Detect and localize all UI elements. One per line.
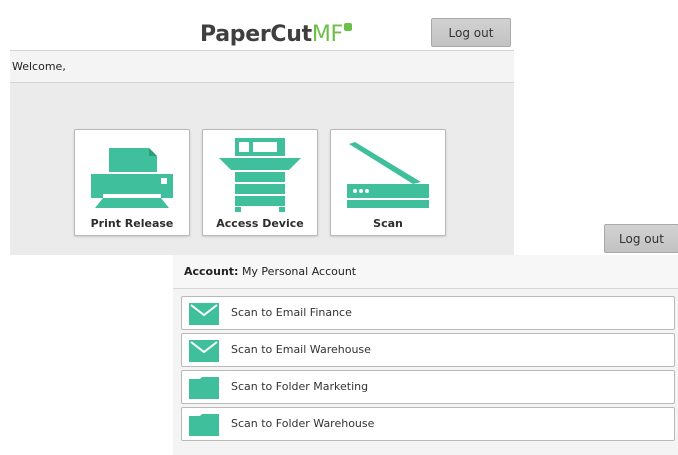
printer-icon [91, 148, 173, 208]
tile-label: Access Device [216, 217, 304, 230]
scanner-icon [347, 142, 429, 208]
header-bar: PaperCut MF Log out [10, 12, 514, 51]
logo-text: PaperCut [200, 22, 312, 47]
scan-to-folder-warehouse[interactable]: Scan to Folder Warehouse [181, 407, 675, 441]
copier-icon [219, 138, 301, 212]
home-screen: PaperCut MF Log out Welcome, Print Releas… [10, 12, 514, 255]
papercut-logo: PaperCut MF [200, 20, 352, 50]
scan-item-label: Scan to Folder Marketing [231, 380, 369, 393]
tile-label: Scan [373, 217, 403, 230]
scan-to-email-finance[interactable]: Scan to Email Finance [181, 296, 675, 330]
folder-icon [189, 377, 219, 399]
tile-access-device[interactable]: Access Device [202, 129, 318, 236]
tile-label: Print Release [90, 217, 174, 230]
account-bar: Account: My Personal Account [173, 255, 678, 289]
logout-button-scan[interactable]: Log out [604, 224, 678, 253]
scan-panel: Account: My Personal Account Scan to Ema… [173, 255, 678, 455]
logo-badge-icon [343, 23, 352, 31]
scan-to-folder-marketing[interactable]: Scan to Folder Marketing [181, 370, 675, 404]
scan-to-email-warehouse[interactable]: Scan to Email Warehouse [181, 333, 675, 367]
welcome-text: Welcome, [10, 51, 514, 83]
account-label: Account: [184, 265, 239, 278]
envelope-icon [189, 303, 219, 325]
tile-print-release[interactable]: Print Release [74, 129, 190, 236]
account-value: My Personal Account [241, 265, 357, 278]
logo-mf-text: MF [311, 22, 343, 47]
envelope-icon [189, 340, 219, 362]
scan-item-label: Scan to Email Warehouse [231, 343, 371, 356]
folder-icon [189, 414, 219, 436]
logout-button[interactable]: Log out [431, 18, 511, 47]
scan-item-label: Scan to Email Finance [231, 306, 352, 319]
scan-item-label: Scan to Folder Warehouse [231, 417, 375, 430]
tile-scan[interactable]: Scan [330, 129, 446, 236]
